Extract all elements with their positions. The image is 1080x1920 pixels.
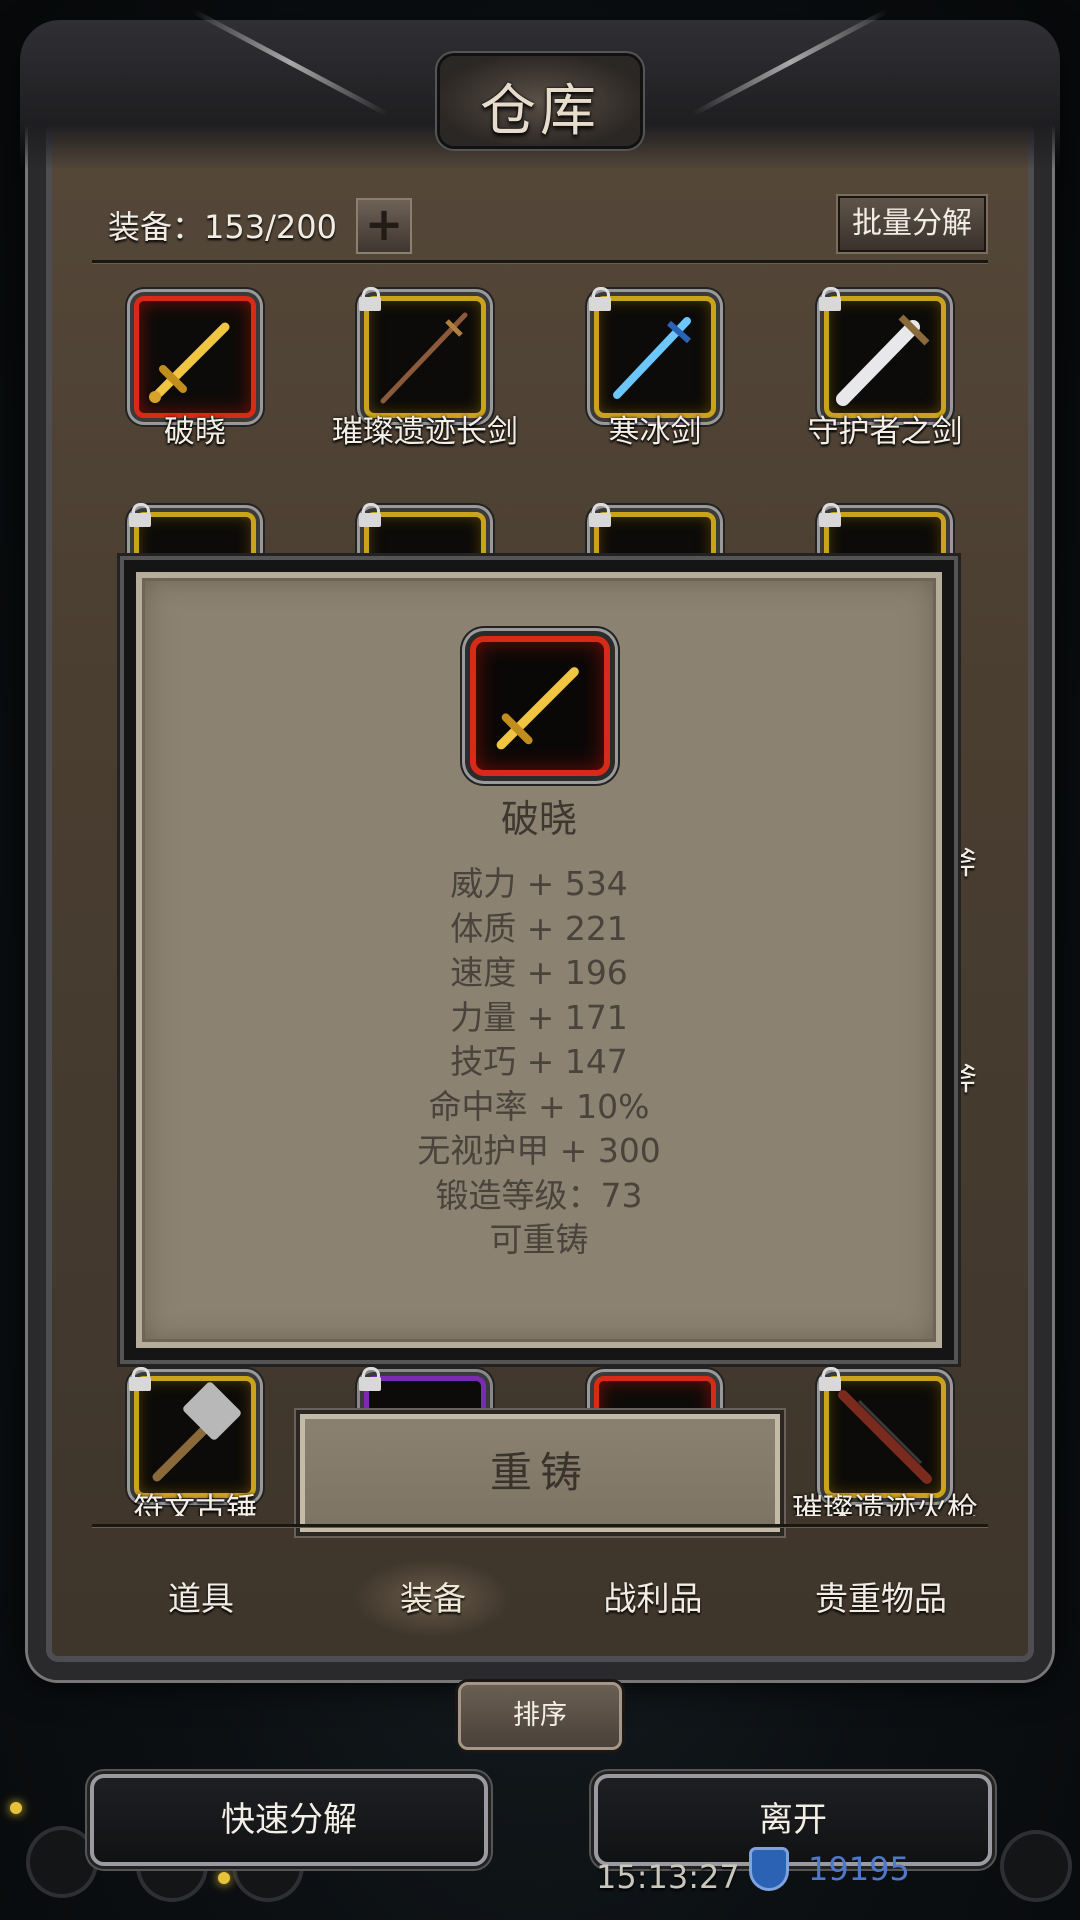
ice-sword-icon — [613, 317, 692, 399]
item-slot[interactable] — [359, 287, 486, 418]
divider — [92, 260, 988, 263]
stat-line: 体质 + 221 — [450, 908, 628, 948]
stat-line: 命中率 + 10% — [428, 1086, 650, 1126]
item-label: 守护者之剑 — [807, 414, 963, 450]
add-round-icon[interactable] — [1004, 1834, 1068, 1898]
tab-equipment[interactable]: 装备 — [318, 1572, 548, 1620]
equipment-count: 装备：153/200 — [108, 208, 337, 246]
item-slot[interactable] — [129, 1367, 256, 1498]
item-label: 符文古锤 — [133, 1492, 257, 1516]
hammer-icon — [152, 1382, 241, 1482]
stat-line: 威力 + 534 — [450, 864, 628, 903]
stat-line: 可重铸 — [489, 1220, 589, 1259]
settings-gear-icon[interactable] — [30, 1830, 94, 1894]
bulk-dismantle-button[interactable]: 批量分解 — [838, 196, 986, 252]
item-label: 寒冰剑 — [608, 414, 702, 450]
item-stats: 威力 + 534 体质 + 221 速度 + 196 力量 + 171 技巧 +… — [136, 862, 942, 1263]
item-name: 破晓 — [500, 797, 577, 841]
item-slot[interactable] — [134, 296, 256, 418]
tab-items[interactable]: 道具 — [86, 1572, 316, 1620]
item-label: 璀璨遗迹火枪 — [792, 1492, 978, 1516]
tab-valuables[interactable]: 贵重物品 — [766, 1572, 996, 1620]
golden-sword-icon — [496, 667, 579, 750]
quick-dismantle-button[interactable]: 快速分解 — [90, 1774, 488, 1866]
lock-icon — [817, 503, 843, 527]
lock-icon — [357, 1367, 383, 1391]
item-label: 璀璨遗迹长剑 — [332, 414, 518, 450]
lock-icon — [357, 503, 383, 527]
stat-line: 无视护甲 + 300 — [417, 1131, 661, 1170]
shield-icon — [752, 1850, 786, 1888]
sort-button[interactable]: 排序 — [458, 1682, 622, 1750]
item-slot[interactable] — [819, 287, 946, 418]
recast-label: 重铸 — [489, 1448, 590, 1497]
divider — [92, 1524, 988, 1527]
stat-line: 速度 + 196 — [450, 953, 628, 992]
recast-button[interactable]: 重铸 — [300, 1414, 780, 1532]
lock-icon — [587, 503, 613, 527]
item-slot[interactable] — [589, 287, 716, 418]
stat-line: 锻造等级：73 — [435, 1175, 643, 1215]
window-title: 仓库 — [480, 79, 600, 144]
tab-loot[interactable]: 战利品 — [538, 1572, 768, 1620]
glow-particle — [218, 1872, 230, 1884]
musket-icon — [838, 1390, 932, 1484]
item-label: 破晓 — [164, 414, 226, 450]
lock-icon — [127, 503, 153, 527]
stat-line: 技巧 + 147 — [450, 1042, 628, 1081]
selected-item-icon — [470, 636, 610, 776]
item-slot[interactable] — [819, 1367, 946, 1498]
stat-line: 力量 + 171 — [450, 997, 628, 1037]
expand-capacity-button[interactable]: + — [356, 198, 412, 254]
currency-amount: 19195 — [808, 1850, 910, 1888]
long-sword-icon — [380, 312, 468, 404]
leave-button[interactable]: 离开 — [594, 1774, 992, 1866]
clock: 15:13:27 — [596, 1858, 740, 1896]
glow-particle — [10, 1802, 22, 1814]
guardian-sword-icon — [836, 314, 930, 406]
golden-sword-icon — [149, 322, 230, 403]
